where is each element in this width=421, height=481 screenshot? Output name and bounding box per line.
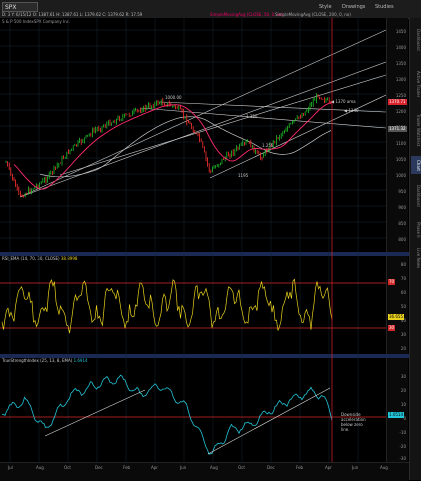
annotation-level: 1000.00 (165, 95, 182, 100)
annotation-level: 1195 (238, 173, 249, 178)
trendlines (19, 29, 387, 198)
sidebar-tab[interactable]: Phase II (411, 218, 421, 242)
annotation-level: 1.255 (262, 143, 274, 148)
annotation-level: 1.330 (246, 114, 258, 119)
chart-canvas (0, 18, 387, 462)
tsi-note: Downside acceleration below zero line. (341, 412, 366, 432)
tsi-line (1, 374, 333, 455)
tsi-trendline-2 (207, 387, 331, 455)
annotation-1340: ◀ 1340 (344, 108, 359, 113)
tsi-trendline-1 (44, 389, 146, 437)
sidebar-tab[interactable]: Dashboard (411, 20, 421, 60)
annotation-1370: ◀ 1370 ama (331, 99, 356, 104)
sidebar-tab-chart[interactable]: Chart (411, 156, 421, 174)
right-sidebar: Dashboard Active Trader Trader Watchlist… (409, 18, 421, 480)
sidebar-tab[interactable]: Trader Watchlist (411, 108, 421, 152)
ma50-line (13, 101, 333, 190)
time-axis[interactable]: Jul Aug Oct Dec Feb Apr Jun Aug Oct Dec … (0, 462, 409, 481)
sidebar-tab[interactable]: Dashboard (411, 178, 421, 214)
rsi-line (1, 278, 333, 334)
sidebar-tab[interactable]: Active Trader (411, 64, 421, 104)
sidebar-tab[interactable]: Live News (411, 246, 421, 270)
grid (0, 18, 386, 462)
